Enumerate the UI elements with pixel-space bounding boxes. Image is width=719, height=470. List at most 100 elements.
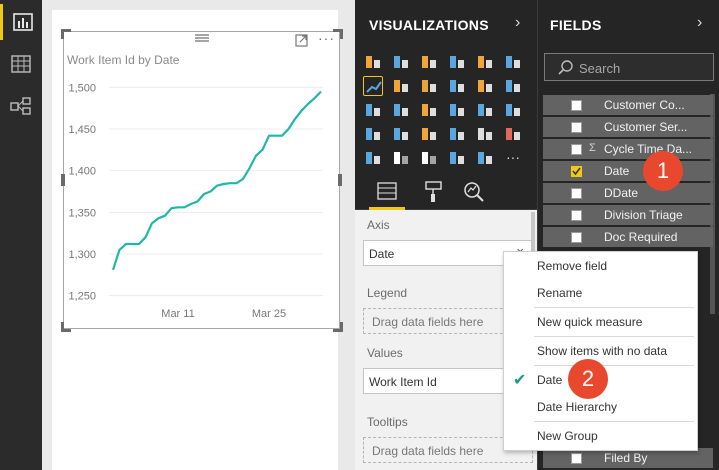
menu-rename[interactable]: Rename: [537, 286, 582, 300]
stacked-column-visual-icon[interactable]: [391, 52, 411, 72]
area-visual-icon[interactable]: [391, 76, 411, 96]
menu-show-items-no-data[interactable]: Show items with no data: [537, 344, 667, 358]
field-name: Customer Ser...: [604, 120, 688, 134]
checkbox-icon[interactable]: [571, 232, 582, 243]
y-tick-label: 1,250: [68, 291, 96, 303]
values-well-label: Values: [367, 346, 403, 360]
chevron-right-icon[interactable]: ›: [515, 14, 520, 32]
slicer-visual-icon[interactable]: [363, 148, 383, 168]
treemap-visual-icon[interactable]: [475, 100, 495, 120]
menu-date[interactable]: Date: [537, 373, 562, 387]
chevron-right-icon[interactable]: ›: [697, 14, 702, 32]
checkbox-icon[interactable]: [571, 122, 582, 133]
checkbox-icon[interactable]: [571, 210, 582, 221]
field-name: Cycle Time Da...: [604, 142, 693, 156]
step-badge-1: 1: [643, 151, 683, 191]
left-nav-rail: [0, 0, 42, 470]
step-badge-2: 2: [568, 359, 608, 399]
tab-analytics[interactable]: [455, 176, 491, 210]
100-column-visual-icon[interactable]: [503, 52, 523, 72]
globe-visual-icon[interactable]: [475, 148, 495, 168]
pie-visual-icon[interactable]: [419, 100, 439, 120]
menu-remove-field[interactable]: Remove field: [537, 259, 607, 273]
field-name: DDate: [604, 186, 639, 200]
field-item[interactable]: Filed By: [543, 448, 713, 468]
field-name: Date: [604, 164, 630, 178]
line-chart: 1,250 1,300 1,350 1,400 1,450 1,500 Mar 11 Mar …: [68, 82, 323, 320]
checkbox-icon[interactable]: [571, 100, 582, 111]
matrix-visual-icon[interactable]: [419, 148, 439, 168]
filled-map-visual-icon[interactable]: [363, 124, 383, 144]
donut-visual-icon[interactable]: [447, 100, 467, 120]
values-field-name: Work Item Id: [369, 375, 437, 389]
waterfall-visual-icon[interactable]: [363, 100, 383, 120]
card-visual-icon[interactable]: [447, 124, 467, 144]
stacked-area-visual-icon[interactable]: [419, 76, 439, 96]
field-item[interactable]: Customer Ser...: [543, 117, 713, 137]
fields-header: FIELDS: [550, 17, 602, 33]
y-tick-label: 1,500: [68, 82, 96, 94]
multirow-card-visual-icon[interactable]: [475, 124, 495, 144]
line-visual-icon[interactable]: [363, 76, 383, 96]
analytics-magnifier-icon: [464, 182, 484, 202]
field-name: Filed By: [604, 451, 648, 465]
legend-well-label: Legend: [367, 286, 408, 300]
funnel-visual-icon[interactable]: [391, 124, 411, 144]
x-tick-label: Mar 11: [161, 308, 194, 320]
table-visual-icon[interactable]: [391, 148, 411, 168]
y-tick-label: 1,450: [68, 124, 96, 136]
axis-field-name: Date: [369, 247, 395, 261]
axis-well-label: Axis: [367, 218, 390, 232]
paint-roller-icon: [425, 181, 442, 202]
svg-text:···: ···: [506, 149, 520, 165]
r-script-visual-icon[interactable]: [447, 148, 467, 168]
gauge-visual-icon[interactable]: [419, 124, 439, 144]
report-view-icon[interactable]: [0, 4, 42, 40]
checkbox-checked-icon[interactable]: [571, 166, 582, 177]
checkbox-icon[interactable]: [571, 144, 582, 155]
line-clustered-visual-icon[interactable]: [475, 76, 495, 96]
sigma-icon: Σ: [589, 142, 596, 154]
y-tick-label: 1,350: [68, 207, 96, 219]
tab-fields[interactable]: [369, 176, 405, 210]
menu-divider: [534, 421, 694, 422]
x-tick-label: Mar 25: [252, 308, 286, 320]
clustered-bar-visual-icon[interactable]: [419, 52, 439, 72]
y-tick-label: 1,400: [68, 166, 96, 178]
line-column-visual-icon[interactable]: [447, 76, 467, 96]
field-context-menu: Remove field Rename New quick measure Sh…: [503, 251, 698, 451]
checkbox-icon[interactable]: [571, 453, 582, 464]
relationships-view-icon[interactable]: [0, 88, 42, 124]
ribbon-visual-icon[interactable]: [503, 76, 523, 96]
field-item[interactable]: Customer Co...: [543, 95, 713, 115]
menu-divider: [534, 307, 694, 308]
series-line[interactable]: [111, 90, 322, 271]
menu-divider: [534, 365, 694, 366]
field-item[interactable]: Doc Required: [543, 227, 713, 247]
field-name: Customer Co...: [604, 98, 685, 112]
tooltips-well-label: Tooltips: [367, 415, 408, 429]
field-item[interactable]: Date: [543, 161, 713, 181]
clustered-column-visual-icon[interactable]: [447, 52, 467, 72]
fields-search-input[interactable]: Search: [544, 53, 714, 81]
visualizations-header: VISUALIZATIONS: [369, 17, 489, 33]
stacked-bar-visual-icon[interactable]: [363, 52, 383, 72]
field-name: Division Triage: [604, 208, 683, 222]
pane-tabs: [355, 172, 537, 210]
menu-new-quick-measure[interactable]: New quick measure: [537, 315, 642, 329]
menu-divider: [534, 336, 694, 337]
checkbox-icon[interactable]: [571, 188, 582, 199]
more-visual-icon[interactable]: ···: [503, 148, 523, 168]
checkmark-icon: ✔: [513, 372, 527, 389]
scatter-visual-icon[interactable]: [391, 100, 411, 120]
100-bar-visual-icon[interactable]: [475, 52, 495, 72]
map-visual-icon[interactable]: [503, 100, 523, 120]
tab-format[interactable]: [415, 176, 451, 210]
menu-new-group[interactable]: New Group: [537, 429, 598, 443]
menu-date-hierarchy[interactable]: Date Hierarchy: [537, 400, 617, 414]
kpi-visual-icon[interactable]: [503, 124, 523, 144]
field-item[interactable]: Σ Cycle Time Da...: [543, 139, 713, 159]
field-item[interactable]: Division Triage: [543, 205, 713, 225]
data-view-icon[interactable]: [0, 46, 42, 82]
field-item[interactable]: DDate: [543, 183, 713, 203]
